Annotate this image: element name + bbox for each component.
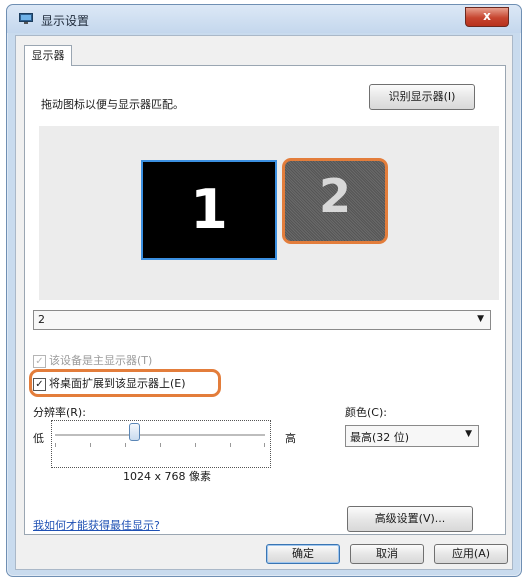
- display-settings-window: 显示设置 x 显示器 拖动图标以便与显示器匹配。 识别显示器(I) 1 2 2 …: [6, 4, 522, 577]
- slider-tick: [90, 443, 91, 447]
- slider-tick: [264, 443, 265, 447]
- slider-tick: [230, 443, 231, 447]
- chevron-down-icon: ▼: [477, 314, 484, 324]
- title-bar[interactable]: 显示设置 x: [7, 5, 521, 33]
- monitor-2-icon[interactable]: 2: [282, 158, 388, 244]
- resolution-slider-thumb[interactable]: [129, 423, 140, 441]
- extend-desktop-checkbox[interactable]: ✓: [33, 377, 46, 391]
- display-dropdown[interactable]: 2 ▼: [33, 310, 491, 330]
- resolution-label: 分辨率(R):: [33, 406, 86, 419]
- display-dropdown-value: 2: [38, 313, 45, 326]
- slider-tick: [195, 443, 196, 447]
- monitor-instruction: 拖动图标以便与显示器匹配。: [41, 98, 184, 111]
- window-title: 显示设置: [41, 14, 90, 28]
- chevron-down-icon: ▼: [465, 429, 472, 439]
- close-button[interactable]: x: [465, 7, 509, 27]
- monitor-1-icon[interactable]: 1: [141, 160, 277, 260]
- resolution-low-label: 低: [33, 432, 44, 445]
- resolution-slider-track[interactable]: [55, 434, 265, 437]
- slider-tick: [125, 443, 126, 447]
- display-tab-panel: 拖动图标以便与显示器匹配。 识别显示器(I) 1 2 2 ▼ ✓ 该设备是主显示器…: [24, 65, 506, 535]
- monitor-arrangement-area: 1 2: [39, 126, 499, 300]
- advanced-settings-button[interactable]: 高级设置(V)...: [347, 506, 473, 532]
- resolution-value: 1024 x 768 像素: [123, 470, 211, 483]
- color-dropdown[interactable]: 最高(32 位) ▼: [345, 425, 479, 447]
- primary-monitor-option: ✓ 该设备是主显示器(T): [33, 352, 152, 368]
- monitor-2-number: 2: [318, 169, 351, 223]
- primary-monitor-checkbox: ✓: [33, 354, 46, 368]
- help-link[interactable]: 我如何才能获得最佳显示?: [33, 517, 160, 533]
- identify-monitors-button[interactable]: 识别显示器(I): [369, 84, 475, 110]
- monitor-1-number: 1: [190, 178, 228, 241]
- color-label: 颜色(C):: [345, 406, 387, 419]
- ok-button[interactable]: 确定: [266, 544, 340, 564]
- slider-tick: [55, 443, 56, 447]
- color-dropdown-value: 最高(32 位): [350, 431, 410, 444]
- extend-desktop-label[interactable]: 将桌面扩展到该显示器上(E): [49, 377, 186, 390]
- display-settings-icon: [19, 13, 33, 24]
- resolution-high-label: 高: [285, 432, 296, 445]
- primary-monitor-label: 该设备是主显示器(T): [49, 354, 153, 367]
- apply-button[interactable]: 应用(A): [434, 544, 508, 564]
- cancel-button[interactable]: 取消: [350, 544, 424, 564]
- dialog-body: 显示器 拖动图标以便与显示器匹配。 识别显示器(I) 1 2 2 ▼ ✓ 该设备是…: [15, 35, 513, 570]
- tab-display[interactable]: 显示器: [24, 45, 72, 66]
- resolution-slider-focus: [51, 420, 271, 468]
- slider-tick: [160, 443, 161, 447]
- extend-desktop-option[interactable]: ✓ 将桌面扩展到该显示器上(E): [33, 375, 186, 391]
